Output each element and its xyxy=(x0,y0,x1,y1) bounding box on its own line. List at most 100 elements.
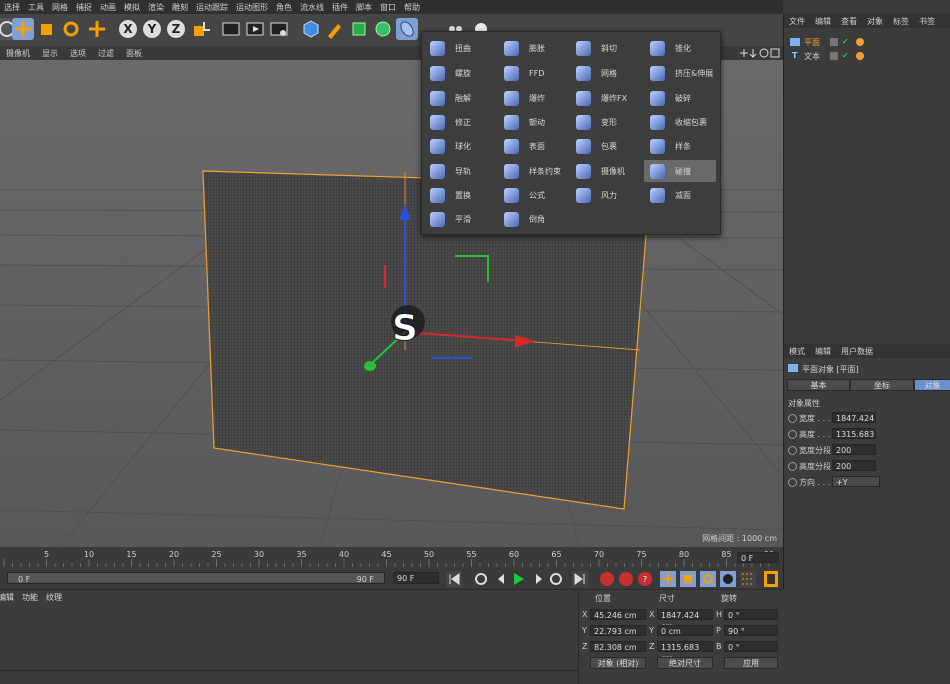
am-menu-mode[interactable]: 模式 xyxy=(789,346,805,357)
deformer-ffd[interactable]: FFD xyxy=(498,62,570,84)
viewport-menu-display[interactable]: 显示 xyxy=(42,48,58,59)
menu-pipeline[interactable]: 流水线 xyxy=(300,2,324,13)
render-settings-icon[interactable] xyxy=(268,18,290,40)
menu-snap[interactable]: 捕捉 xyxy=(76,2,92,13)
scale-tool-icon[interactable] xyxy=(36,18,58,40)
deformer-explosion[interactable]: 爆炸 xyxy=(498,87,570,109)
subdivision-surface-icon[interactable] xyxy=(348,18,370,40)
material-menu-function[interactable]: 功能 xyxy=(22,592,38,603)
height-input[interactable]: 1315.683 xyxy=(832,428,876,439)
size-y-input[interactable]: 0 cm xyxy=(657,625,713,636)
rotate-tool-icon[interactable] xyxy=(60,18,82,40)
deformer-melt[interactable]: 融解 xyxy=(424,87,496,109)
previous-key-icon[interactable] xyxy=(475,573,488,585)
viewport-menu-panel[interactable]: 面板 xyxy=(126,48,142,59)
width-input[interactable]: 1847.424 xyxy=(832,412,876,423)
menu-plugins[interactable]: 插件 xyxy=(332,2,348,13)
am-menu-edit[interactable]: 编辑 xyxy=(815,346,831,357)
deformer-rail[interactable]: 导轨 xyxy=(424,160,496,182)
y-axis-button[interactable]: Y xyxy=(141,18,163,40)
tab-coord[interactable]: 坐标 xyxy=(850,379,914,391)
viewport-menu-filter[interactable]: 过滤 xyxy=(98,48,114,59)
z-axis-button[interactable]: Z xyxy=(165,18,187,40)
viewport-navigation-icons[interactable] xyxy=(736,46,781,60)
live-select-icon[interactable] xyxy=(86,18,108,40)
om-menu-view[interactable]: 查看 xyxy=(841,16,857,27)
tag-icon[interactable] xyxy=(856,38,864,46)
menu-character[interactable]: 角色 xyxy=(276,2,292,13)
menu-mograph[interactable]: 运动图形 xyxy=(236,2,268,13)
deformer-wrap[interactable]: 包裹 xyxy=(570,135,642,157)
keyframe-selection-icon[interactable]: ? xyxy=(638,572,652,586)
deformer-smoothing[interactable]: 平滑 xyxy=(424,208,496,230)
coordinate-system-icon[interactable] xyxy=(190,18,212,40)
render-picture-viewer-icon[interactable] xyxy=(244,18,266,40)
key-position-icon[interactable] xyxy=(660,571,676,587)
deformer-mesh[interactable]: 网格 xyxy=(570,62,642,84)
timeline-layout-icon[interactable] xyxy=(764,571,778,587)
deformer-spherify[interactable]: 球化 xyxy=(424,135,496,157)
next-frame-icon[interactable] xyxy=(536,574,542,584)
previous-frame-icon[interactable] xyxy=(498,574,504,584)
deformer-spline[interactable]: 样条 xyxy=(644,135,716,157)
menu-mesh[interactable]: 网格 xyxy=(52,2,68,13)
key-scale-icon[interactable] xyxy=(680,571,696,587)
key-rotation-icon[interactable] xyxy=(700,571,716,587)
pen-icon[interactable] xyxy=(324,18,346,40)
om-menu-objects[interactable]: 对象 xyxy=(867,16,883,27)
deformer-spline-wrap[interactable]: 样条约束 xyxy=(498,160,570,182)
menu-simulate[interactable]: 模拟 xyxy=(124,2,140,13)
pos-z-input[interactable]: 82.308 cm xyxy=(590,641,646,652)
deformer-taper[interactable]: 锥化 xyxy=(644,37,716,59)
frame-range-slider[interactable]: 0 F 90 F xyxy=(7,572,385,584)
rot-h-input[interactable]: 0 ° xyxy=(724,609,778,620)
pos-y-input[interactable]: 22.793 cm xyxy=(590,625,646,636)
menu-motion-tracker[interactable]: 运动跟踪 xyxy=(196,2,228,13)
object-row-plane[interactable]: 平面 ✓ xyxy=(790,37,940,48)
deformer-twist[interactable]: 螺旋 xyxy=(424,62,496,84)
size-x-input[interactable]: 1847.424 cm xyxy=(657,609,713,631)
animate-radio[interactable] xyxy=(788,430,797,439)
pos-x-input[interactable]: 45.246 cm xyxy=(590,609,646,620)
timeline-ruler[interactable]: 51015202530354045505560657075808590 0 F xyxy=(0,547,783,569)
layer-icon[interactable] xyxy=(830,52,838,60)
deformer-shatter[interactable]: 破碎 xyxy=(644,87,716,109)
material-menu-texture[interactable]: 纹理 xyxy=(46,592,62,603)
layer-icon[interactable] xyxy=(830,38,838,46)
viewport-menu-camera[interactable]: 摄像机 xyxy=(6,48,30,59)
tab-object[interactable]: 对象 xyxy=(914,379,950,391)
om-menu-edit[interactable]: 编辑 xyxy=(815,16,831,27)
deformer-correction[interactable]: 修正 xyxy=(424,111,496,133)
om-menu-file[interactable]: 文件 xyxy=(789,16,805,27)
coordinate-mode-dropdown[interactable]: 对象 (相对) xyxy=(590,657,646,669)
menu-sculpt[interactable]: 雕刻 xyxy=(172,2,188,13)
width-segments-input[interactable]: 200 xyxy=(832,444,876,455)
menu-tools[interactable]: 工具 xyxy=(28,2,44,13)
deformer-shrink-wrap[interactable]: 收缩包裹 xyxy=(644,111,716,133)
deformer-collision[interactable]: 碰撞 xyxy=(644,160,716,182)
am-menu-user-data[interactable]: 用户数据 xyxy=(841,346,873,357)
key-parameter-icon[interactable] xyxy=(720,571,736,587)
deformer-group-icon[interactable] xyxy=(396,18,418,40)
render-view-icon[interactable] xyxy=(220,18,242,40)
enabled-check-icon[interactable]: ✓ xyxy=(842,38,850,46)
animate-radio[interactable] xyxy=(788,446,797,455)
max-frame-input[interactable]: 90 F xyxy=(393,572,439,584)
tab-basic[interactable]: 基本 xyxy=(787,379,850,391)
viewport-menu-options[interactable]: 选项 xyxy=(70,48,86,59)
cube-icon[interactable] xyxy=(300,18,322,40)
deformer-formula[interactable]: 公式 xyxy=(498,184,570,206)
om-menu-tags[interactable]: 标签 xyxy=(893,16,909,27)
animate-radio[interactable] xyxy=(788,414,797,423)
height-segments-input[interactable]: 200 xyxy=(832,460,876,471)
deformer-squash-stretch[interactable]: 挤压&伸展 xyxy=(644,62,716,84)
animate-radio[interactable] xyxy=(788,478,797,487)
deformer-displacer[interactable]: 置换 xyxy=(424,184,496,206)
apply-button[interactable]: 应用 xyxy=(724,657,778,669)
menu-script[interactable]: 脚本 xyxy=(356,2,372,13)
deformer-explosion-fx[interactable]: 爆炸FX xyxy=(570,87,642,109)
material-menu-edit[interactable]: 编辑 xyxy=(0,592,14,603)
deformer-bevel[interactable]: 倒角 xyxy=(498,208,570,230)
animate-radio[interactable] xyxy=(788,462,797,471)
move-tool-icon[interactable] xyxy=(12,18,34,40)
